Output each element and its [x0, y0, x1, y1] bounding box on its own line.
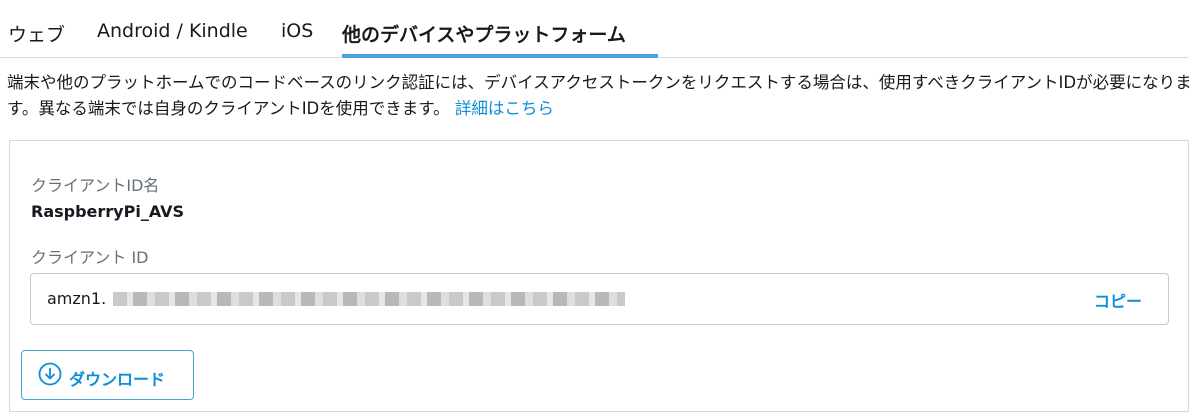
- client-id-value: amzn1.: [47, 289, 107, 308]
- copy-button[interactable]: コピー: [1094, 288, 1142, 312]
- description: 端末や他のプラットホームでのコードベースのリンク認証には、デバイスアクセストーク…: [7, 70, 1192, 122]
- client-id-field[interactable]: amzn1. コピー: [30, 273, 1169, 325]
- learn-more-link[interactable]: 詳細はこちら: [455, 99, 554, 118]
- client-id-redacted: [113, 292, 625, 306]
- active-tab-indicator: [342, 54, 658, 58]
- client-id-name-label: クライアントID名: [31, 176, 160, 195]
- download-circle-icon: [38, 362, 62, 386]
- tab-ios[interactable]: iOS: [281, 20, 313, 58]
- description-text: 端末や他のプラットホームでのコードベースのリンク認証には、デバイスアクセストーク…: [7, 73, 1192, 118]
- client-id-name-value: RaspberryPi_AVS: [31, 202, 185, 221]
- client-panel: クライアントID名 RaspberryPi_AVS クライアント ID amzn…: [9, 140, 1189, 412]
- download-button[interactable]: ダウンロード: [21, 350, 194, 400]
- platform-tabs: ウェブ Android / Kindle iOS 他のデバイスやプラットフォーム: [0, 0, 1188, 58]
- tab-other-devices[interactable]: 他のデバイスやプラットフォーム: [342, 20, 626, 58]
- download-button-label: ダウンロード: [69, 370, 166, 389]
- tab-android-kindle[interactable]: Android / Kindle: [97, 20, 248, 58]
- tab-web[interactable]: ウェブ: [8, 20, 65, 58]
- client-id-label: クライアント ID: [31, 248, 149, 267]
